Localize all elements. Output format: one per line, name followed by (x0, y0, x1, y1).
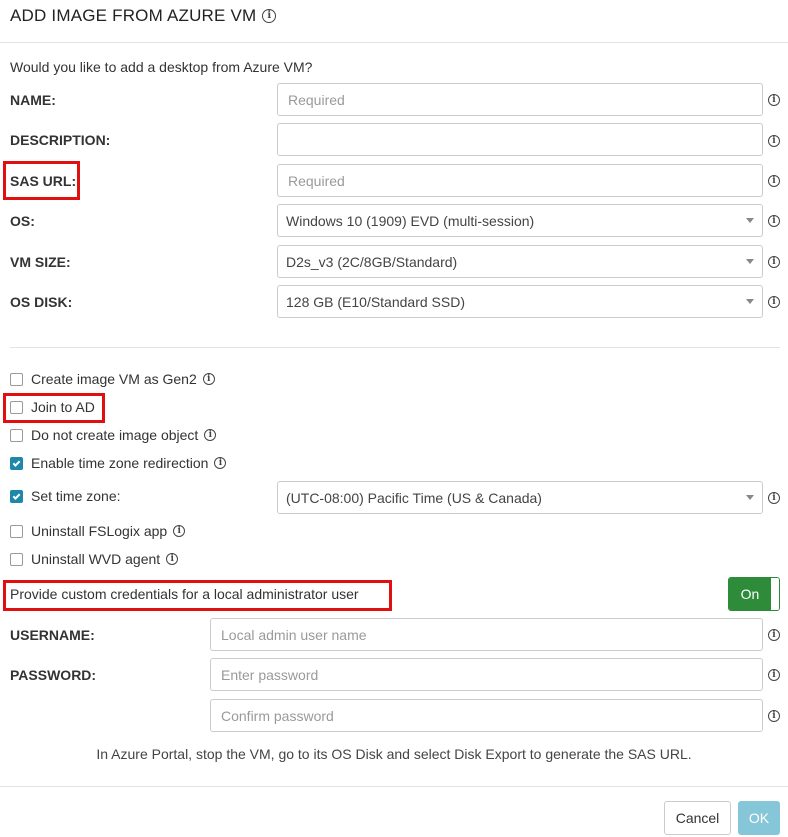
dialog-prompt: Would you like to add a desktop from Azu… (10, 59, 313, 75)
join-ad-checkbox[interactable] (10, 401, 23, 414)
uninstall-wvd-label: Uninstall WVD agent (31, 551, 161, 567)
no-image-object-checkbox[interactable] (10, 429, 23, 442)
name-input[interactable] (277, 83, 763, 116)
uninstall-fslogix-label: Uninstall FSLogix app (31, 523, 168, 539)
ok-button[interactable]: OK (738, 801, 780, 835)
username-label: USERNAME: (10, 627, 95, 643)
info-icon[interactable]: i (768, 710, 780, 722)
no-image-object-label: Do not create image object (31, 427, 199, 443)
username-input[interactable] (210, 618, 763, 651)
info-icon[interactable]: i (768, 135, 780, 147)
cancel-button[interactable]: Cancel (664, 801, 731, 835)
name-label: NAME: (10, 92, 56, 108)
uninstall-wvd-checkbox[interactable] (10, 553, 23, 566)
check-icon (12, 458, 21, 467)
os-disk-select[interactable]: 128 GB (E10/Standard SSD) (277, 285, 763, 318)
chevron-down-icon (746, 218, 754, 223)
os-select[interactable]: Windows 10 (1909) EVD (multi-session) (277, 204, 763, 237)
password-label: PASSWORD: (10, 667, 97, 683)
info-icon[interactable]: i (204, 429, 217, 441)
vm-size-selected-value: D2s_v3 (2C/8GB/Standard) (286, 253, 458, 270)
credentials-toggle[interactable]: On (728, 577, 780, 611)
tz-redirect-option: Enable time zone redirection i (31, 455, 227, 471)
info-icon[interactable]: i (202, 373, 215, 385)
timezone-selected-value: (UTC-08:00) Pacific Time (US & Canada) (286, 489, 542, 506)
sas-url-input[interactable] (277, 164, 763, 197)
check-icon (12, 491, 21, 500)
info-icon[interactable]: i (768, 256, 780, 268)
tz-redirect-label: Enable time zone redirection (31, 455, 209, 471)
os-disk-label: OS DISK: (10, 294, 73, 310)
info-icon[interactable]: i (166, 553, 179, 565)
footer-divider (0, 786, 788, 787)
uninstall-wvd-option: Uninstall WVD agent i (31, 551, 179, 567)
toggle-knob (771, 578, 779, 610)
chevron-down-icon (746, 259, 754, 264)
info-icon[interactable]: i (768, 669, 780, 681)
info-icon[interactable]: i (173, 525, 186, 537)
vm-size-select[interactable]: D2s_v3 (2C/8GB/Standard) (277, 245, 763, 278)
gen2-label: Create image VM as Gen2 (31, 371, 197, 387)
info-icon[interactable]: i (768, 215, 780, 227)
password-input[interactable] (210, 658, 763, 691)
section-divider (10, 347, 780, 348)
gen2-option: Create image VM as Gen2 i (31, 371, 215, 387)
info-icon[interactable]: i (262, 9, 277, 23)
toggle-state: On (729, 578, 771, 610)
tz-redirect-checkbox[interactable] (10, 457, 23, 470)
header-divider (0, 42, 788, 43)
os-disk-selected-value: 128 GB (E10/Standard SSD) (286, 293, 465, 310)
helper-text: In Azure Portal, stop the VM, go to its … (96, 746, 692, 762)
chevron-down-icon (746, 495, 754, 500)
credentials-toggle-label: Provide custom credentials for a local a… (10, 586, 359, 602)
info-icon[interactable]: i (768, 492, 780, 504)
set-tz-checkbox[interactable] (10, 490, 23, 503)
info-icon[interactable]: i (768, 94, 780, 106)
no-image-object-option: Do not create image object i (31, 427, 217, 443)
vm-size-label: VM SIZE: (10, 254, 71, 270)
description-label: DESCRIPTION: (10, 132, 111, 148)
info-icon[interactable]: i (214, 457, 227, 469)
join-ad-label: Join to AD (31, 399, 95, 415)
info-icon[interactable]: i (768, 296, 780, 308)
confirm-password-input[interactable] (210, 699, 763, 732)
sas-url-label: SAS URL: (10, 173, 77, 189)
os-selected-value: Windows 10 (1909) EVD (multi-session) (286, 212, 535, 229)
os-label: OS: (10, 213, 35, 229)
uninstall-fslogix-option: Uninstall FSLogix app i (31, 523, 186, 539)
info-icon[interactable]: i (768, 629, 780, 641)
dialog-title: ADD IMAGE FROM AZURE VM i (10, 6, 277, 26)
set-tz-label: Set time zone: (31, 488, 121, 504)
uninstall-fslogix-checkbox[interactable] (10, 525, 23, 538)
dialog-title-text: ADD IMAGE FROM AZURE VM (10, 6, 257, 25)
set-tz-option: Set time zone: (31, 488, 121, 504)
timezone-select[interactable]: (UTC-08:00) Pacific Time (US & Canada) (277, 481, 763, 514)
gen2-checkbox[interactable] (10, 373, 23, 386)
join-ad-option: Join to AD (31, 399, 95, 415)
chevron-down-icon (746, 299, 754, 304)
description-input[interactable] (277, 123, 763, 156)
info-icon[interactable]: i (768, 175, 780, 187)
